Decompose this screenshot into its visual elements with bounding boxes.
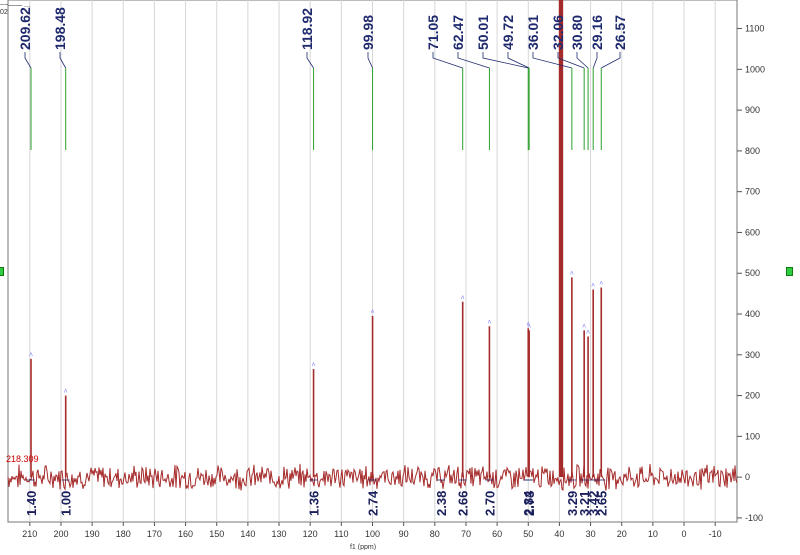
x-tick-label: 80 <box>430 529 440 539</box>
peak-label[interactable]: 26.57 <box>612 15 628 50</box>
integral-label[interactable]: 1.36 <box>307 491 322 516</box>
peak-label[interactable]: 50.01 <box>475 15 491 50</box>
peak-apex-marker: ˄ <box>64 389 68 396</box>
nmr-spectrum-plot[interactable]: 210 200 190 180 170 160 150 140 130 120 110 100 90 80… <box>0 0 800 551</box>
y-tick-label: 0 <box>745 472 750 482</box>
peak-label[interactable]: 209.62 <box>17 7 33 50</box>
peak-apex-marker: ˄ <box>312 362 316 369</box>
x-tick-label: 190 <box>85 529 100 539</box>
x-tick-label: 200 <box>53 529 68 539</box>
integral-label[interactable]: 2.74 <box>366 490 381 516</box>
integral-label[interactable]: 2.65 <box>594 491 609 516</box>
integral-label[interactable]: 2.73 <box>522 491 537 516</box>
peak-label[interactable]: 71.05 <box>425 15 441 50</box>
integral-label[interactable]: 2.70 <box>482 491 497 516</box>
y-tick-label: 800 <box>745 146 760 156</box>
y-tick-label: 1000 <box>745 64 765 74</box>
spectrum-canvas[interactable]: 210 200 190 180 170 160 150 140 130 120 110 100 90 80… <box>0 0 800 551</box>
peak-label[interactable]: 198.48 <box>52 7 68 50</box>
x-axis-title: f1 (ppm) <box>350 544 376 550</box>
integral-label[interactable]: 2.66 <box>456 491 471 516</box>
x-tick-label: 110 <box>334 529 348 539</box>
peak-apex-marker: ˄ <box>487 319 491 326</box>
x-tick-label: 30 <box>586 529 596 539</box>
peak-apex-marker: ˄ <box>599 281 603 288</box>
y-tick-label: 700 <box>745 187 760 197</box>
x-tick-label: 150 <box>209 529 224 539</box>
y-tick-label: 100 <box>745 431 760 441</box>
y-tick-label: 300 <box>745 350 760 360</box>
y-tick-label: -100 <box>745 513 763 523</box>
solvent-peak <box>558 0 564 478</box>
peak-label[interactable]: 118.92 <box>299 8 315 50</box>
x-tick-label: 210 <box>22 529 37 539</box>
x-tick-label: 60 <box>492 529 502 539</box>
x-tick-label: 20 <box>617 529 627 539</box>
peak-apex-marker: ˄ <box>29 352 33 359</box>
x-tick-label: 170 <box>147 529 162 539</box>
peak-apex-marker: ˄ <box>586 329 590 336</box>
peak-label[interactable]: 49.72 <box>500 15 516 50</box>
x-tick-label: 0 <box>682 529 687 539</box>
peak-apex-marker: ˄ <box>570 270 574 277</box>
x-tick-label: 100 <box>365 529 380 539</box>
header-line-2: 02 <box>0 9 8 16</box>
x-tick-label: 10 <box>648 529 658 539</box>
peak-apex-marker: ˄ <box>527 323 531 330</box>
peak-apex-marker: ˄ <box>461 295 465 302</box>
left-edge-handle[interactable] <box>0 267 4 276</box>
peak-label[interactable]: 99.98 <box>360 15 376 50</box>
x-tick-label: 160 <box>178 529 193 539</box>
right-edge-handle[interactable] <box>786 267 793 276</box>
peak-label[interactable]: 32.06 <box>550 15 566 50</box>
x-tick-label: -10 <box>709 529 722 539</box>
y-tick-label: 600 <box>745 227 760 237</box>
x-tick-label: 140 <box>240 529 255 539</box>
integral-label[interactable]: 1.40 <box>24 491 39 516</box>
peak-label[interactable]: 62.47 <box>450 15 466 50</box>
peak-label[interactable]: 30.80 <box>569 15 585 50</box>
cursor-readout: 218.309 <box>6 454 39 464</box>
peak-apex-marker: ˄ <box>371 309 375 316</box>
x-tick-label: 120 <box>303 529 318 539</box>
x-tick-label: 70 <box>461 529 471 539</box>
integral-label[interactable]: 2.38 <box>434 491 449 516</box>
x-tick-label: 180 <box>116 529 131 539</box>
y-tick-label: 500 <box>745 268 760 278</box>
peak-label[interactable]: 29.16 <box>589 15 605 50</box>
peak-apex-marker: ˄ <box>591 283 595 290</box>
y-tick-label: 1100 <box>745 24 764 34</box>
y-tick-label: 200 <box>745 391 760 401</box>
x-tick-label: 40 <box>554 529 564 539</box>
x-tick-label: 130 <box>272 529 287 539</box>
integral-label[interactable]: 1.00 <box>59 491 74 516</box>
peak-label[interactable]: 36.01 <box>525 15 541 50</box>
x-tick-label: 90 <box>399 529 409 539</box>
y-tick-label: 400 <box>745 309 760 319</box>
y-tick-label: 900 <box>745 105 760 115</box>
x-tick-label: 50 <box>523 529 533 539</box>
